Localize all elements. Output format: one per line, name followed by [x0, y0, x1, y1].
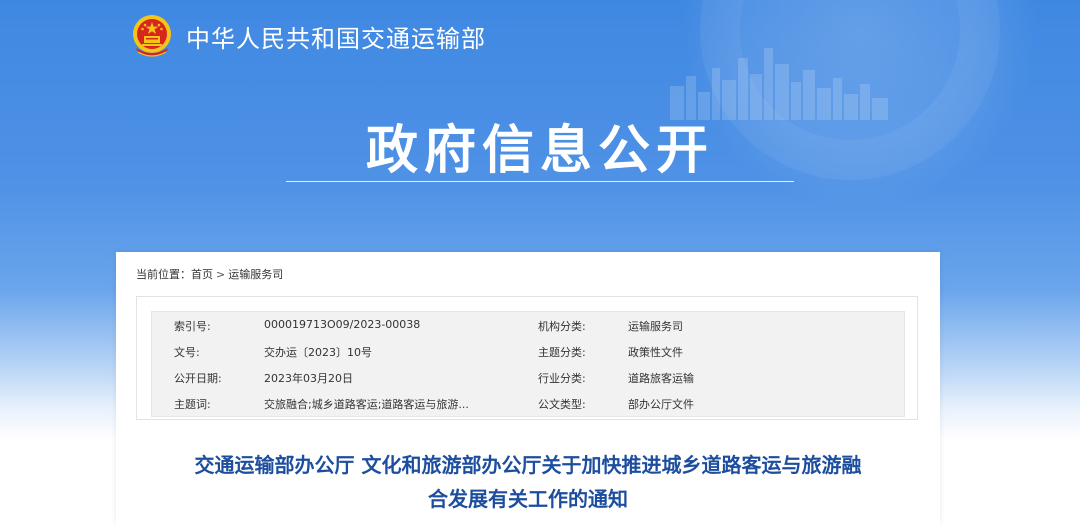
document-title: 交通运输部办公厅 文化和旅游部办公厅关于加快推进城乡道路客运与旅游融 合发展有关… — [146, 448, 910, 516]
breadcrumb-separator: > — [216, 267, 226, 281]
metadata-row: 索引号: 000019713O09/2023-00038 机构分类: 运输服务司 — [152, 312, 906, 338]
document-title-line-1: 交通运输部办公厅 文化和旅游部办公厅关于加快推进城乡道路客运与旅游融 — [194, 453, 862, 477]
keywords-label: 主题词: — [174, 398, 211, 411]
organization-category-label: 机构分类: — [538, 320, 586, 333]
breadcrumb-section-link[interactable]: 运输服务司 — [228, 266, 283, 282]
ministry-name[interactable]: 中华人民共和国交通运输部 — [186, 19, 486, 54]
industry-category-label: 行业分类: — [538, 372, 586, 385]
document-number-value: 交办运〔2023〕10号 — [264, 346, 372, 359]
organization-category-value: 运输服务司 — [628, 320, 683, 333]
content-panel: 当前位置： 首页 > 运输服务司 索引号: 000019713O09/2023-… — [116, 252, 940, 526]
breadcrumb: 当前位置： 首页 > 运输服务司 — [136, 266, 283, 282]
document-type-label: 公文类型: — [538, 398, 586, 411]
page-title: 政府信息公开 — [365, 121, 714, 181]
document-title-line-2: 合发展有关工作的通知 — [428, 487, 628, 511]
index-number-value: 000019713O09/2023-00038 — [264, 318, 421, 331]
breadcrumb-label: 当前位置： — [136, 268, 191, 281]
site-header: 中华人民共和国交通运输部 — [128, 12, 486, 60]
publish-date-label: 公开日期: — [174, 372, 222, 385]
metadata-row: 公开日期: 2023年03月20日 行业分类: 道路旅客运输 — [152, 364, 906, 390]
national-emblem-icon[interactable] — [128, 12, 176, 60]
publish-date-value: 2023年03月20日 — [264, 372, 353, 385]
breadcrumb-home-link[interactable]: 首页 — [191, 266, 213, 282]
document-metadata-table: 索引号: 000019713O09/2023-00038 机构分类: 运输服务司… — [151, 311, 905, 417]
document-number-label: 文号: — [174, 346, 200, 359]
topic-category-value: 政策性文件 — [628, 346, 683, 359]
document-metadata-box: 索引号: 000019713O09/2023-00038 机构分类: 运输服务司… — [136, 296, 918, 420]
metadata-row: 主题词: 交旅融合;城乡道路客运;道路客运与旅游... 公文类型: 部办公厅文件 — [152, 390, 906, 416]
index-number-label: 索引号: — [174, 320, 211, 333]
metadata-row: 文号: 交办运〔2023〕10号 主题分类: 政策性文件 — [152, 338, 906, 364]
keywords-value[interactable]: 交旅融合;城乡道路客运;道路客运与旅游... — [264, 396, 494, 412]
industry-category-value: 道路旅客运输 — [628, 372, 694, 385]
topic-category-label: 主题分类: — [538, 346, 586, 359]
document-type-value: 部办公厅文件 — [628, 398, 694, 411]
title-underline — [286, 181, 794, 182]
